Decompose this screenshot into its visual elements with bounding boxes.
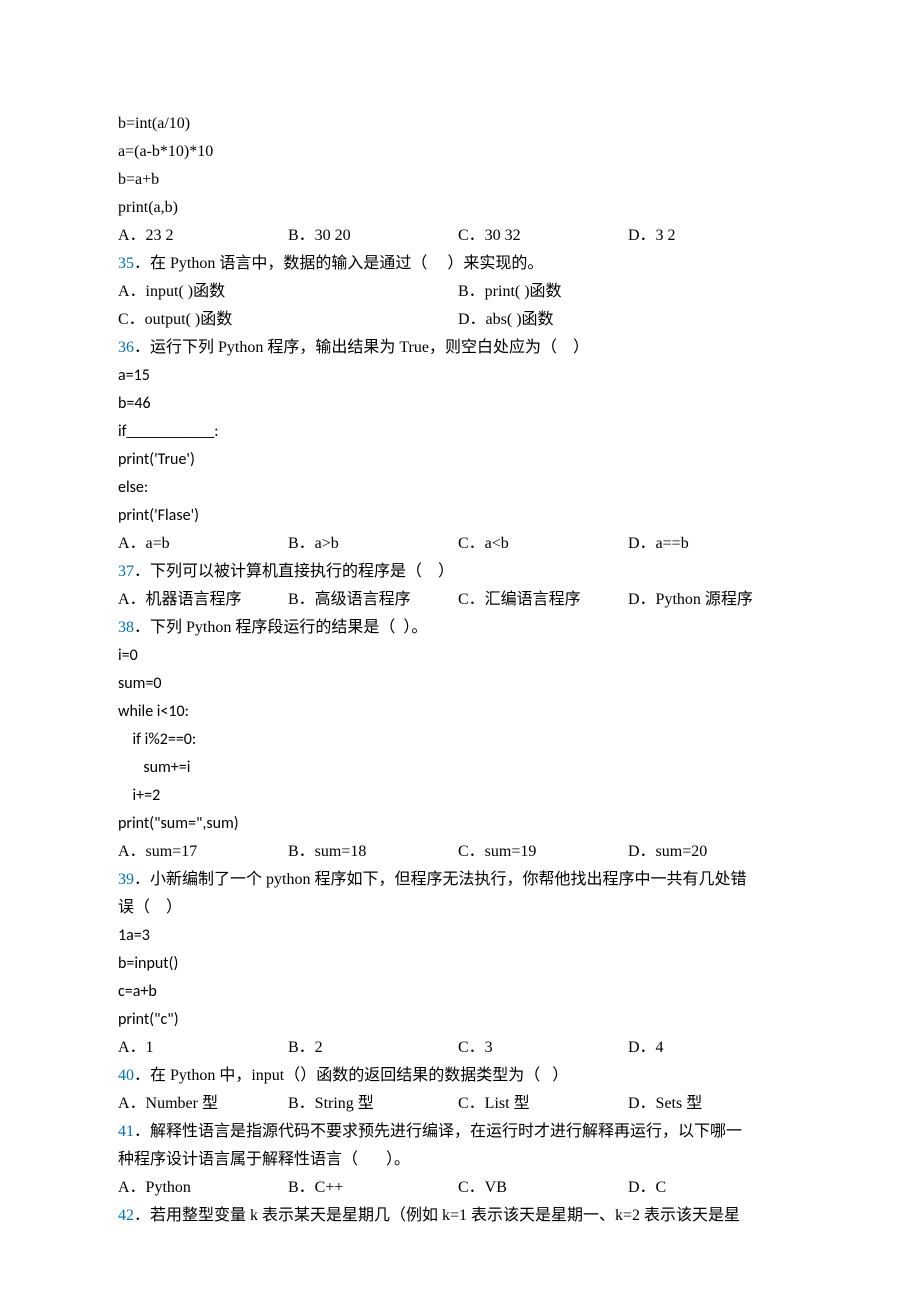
- question-text: ．若用整型变量 k 表示某天是星期几（例如 k=1 表示该天是星期一、k=2 表…: [134, 1207, 740, 1224]
- code-line: sum+=i: [118, 754, 802, 782]
- question-number: 35: [118, 255, 134, 272]
- q35-stem: 35．在 Python 语言中，数据的输入是通过（ ）来实现的。: [118, 250, 802, 278]
- option-c: C．30 32: [458, 222, 628, 250]
- q41-stem-2: 种程序设计语言属于解释性语言（ ）。: [118, 1146, 802, 1174]
- q36-stem: 36．运行下列 Python 程序，输出结果为 True，则空白处应为（ ）: [118, 334, 802, 362]
- question-number: 36: [118, 339, 134, 356]
- q35-options-row2: C．output( )函数 D．abs( )函数: [118, 306, 802, 334]
- option-a: A．sum=17: [118, 838, 288, 866]
- question-number: 39: [118, 871, 134, 888]
- option-a: A．机器语言程序: [118, 586, 288, 614]
- code-line: if___________:: [118, 418, 802, 446]
- q37-options: A．机器语言程序 B．高级语言程序 C．汇编语言程序 D．Python 源程序: [118, 586, 802, 614]
- q41-options: A．Python B．C++ C．VB D．C: [118, 1174, 802, 1202]
- question-text: ．下列 Python 程序段运行的结果是（ ）。: [134, 619, 427, 636]
- code-line: while i<10:: [118, 698, 802, 726]
- q38-stem: 38．下列 Python 程序段运行的结果是（ ）。: [118, 614, 802, 642]
- option-c: C．output( )函数: [118, 306, 458, 334]
- option-b: B．高级语言程序: [288, 586, 458, 614]
- q40-stem: 40．在 Python 中，input（）函数的返回结果的数据类型为（ ）: [118, 1062, 802, 1090]
- q41-stem-1: 41．解释性语言是指源代码不要求预先进行编译，在运行时才进行解释再运行，以下哪一: [118, 1118, 802, 1146]
- q39-stem-2: 误（ ）: [118, 894, 802, 922]
- option-a: A．a=b: [118, 530, 288, 558]
- q40-options: A．Number 型 B．String 型 C．List 型 D．Sets 型: [118, 1090, 802, 1118]
- option-d: D．Sets 型: [628, 1090, 798, 1118]
- option-a: A．1: [118, 1034, 288, 1062]
- option-a: A．Python: [118, 1174, 288, 1202]
- q38-options: A．sum=17 B．sum=18 C．sum=19 D．sum=20: [118, 838, 802, 866]
- question-number: 42: [118, 1207, 134, 1224]
- code-line: 1a=3: [118, 922, 802, 950]
- option-c: C．汇编语言程序: [458, 586, 628, 614]
- code-line: if i%2==0:: [118, 726, 802, 754]
- code-line: i=0: [118, 642, 802, 670]
- code-line: b=a+b: [118, 166, 802, 194]
- question-text: ．下列可以被计算机直接执行的程序是（ ）: [134, 563, 454, 580]
- code-line: print('True'): [118, 446, 802, 474]
- q37-stem: 37．下列可以被计算机直接执行的程序是（ ）: [118, 558, 802, 586]
- code-line: print("c"): [118, 1006, 802, 1034]
- option-d: D．C: [628, 1174, 798, 1202]
- code-line: b=int(a/10): [118, 110, 802, 138]
- q42-stem: 42．若用整型变量 k 表示某天是星期几（例如 k=1 表示该天是星期一、k=2…: [118, 1202, 802, 1230]
- option-d: D．sum=20: [628, 838, 798, 866]
- code-line: sum=0: [118, 670, 802, 698]
- code-line: print("sum=",sum): [118, 810, 802, 838]
- option-a: A．input( )函数: [118, 278, 458, 306]
- question-number: 37: [118, 563, 134, 580]
- question-text: ．解释性语言是指源代码不要求预先进行编译，在运行时才进行解释再运行，以下哪一: [134, 1123, 742, 1140]
- option-d: D．Python 源程序: [628, 586, 798, 614]
- q36-options: A．a=b B．a>b C．a<b D．a==b: [118, 530, 802, 558]
- option-c: C．a<b: [458, 530, 628, 558]
- code-line: else:: [118, 474, 802, 502]
- question-number: 41: [118, 1123, 134, 1140]
- code-line: b=input(): [118, 950, 802, 978]
- q39-stem-1: 39．小新编制了一个 python 程序如下，但程序无法执行，你帮他找出程序中一…: [118, 866, 802, 894]
- option-d: D．a==b: [628, 530, 798, 558]
- code-line: a=15: [118, 362, 802, 390]
- option-c: C．sum=19: [458, 838, 628, 866]
- page: b=int(a/10) a=(a-b*10)*10 b=a+b print(a,…: [0, 0, 920, 1302]
- question-number: 38: [118, 619, 134, 636]
- option-b: B．a>b: [288, 530, 458, 558]
- option-b: B．sum=18: [288, 838, 458, 866]
- option-b: B．C++: [288, 1174, 458, 1202]
- code-line: i+=2: [118, 782, 802, 810]
- code-line: a=(a-b*10)*10: [118, 138, 802, 166]
- code-line: c=a+b: [118, 978, 802, 1006]
- option-a: A．Number 型: [118, 1090, 288, 1118]
- option-c: C．List 型: [458, 1090, 628, 1118]
- option-b: B．print( )函数: [458, 278, 798, 306]
- code-line: print(a,b): [118, 194, 802, 222]
- option-b: B．2: [288, 1034, 458, 1062]
- option-c: C．3: [458, 1034, 628, 1062]
- question-text: ．在 Python 中，input（）函数的返回结果的数据类型为（ ）: [134, 1067, 568, 1084]
- option-b: B．String 型: [288, 1090, 458, 1118]
- option-b: B．30 20: [288, 222, 458, 250]
- code-line: print('Flase'): [118, 502, 802, 530]
- option-c: C．VB: [458, 1174, 628, 1202]
- question-number: 40: [118, 1067, 134, 1084]
- code-line: b=46: [118, 390, 802, 418]
- q39-options: A．1 B．2 C．3 D．4: [118, 1034, 802, 1062]
- q34-options: A．23 2 B．30 20 C．30 32 D．3 2: [118, 222, 802, 250]
- question-text: ．小新编制了一个 python 程序如下，但程序无法执行，你帮他找出程序中一共有…: [134, 871, 746, 888]
- q35-options-row1: A．input( )函数 B．print( )函数: [118, 278, 802, 306]
- option-a: A．23 2: [118, 222, 288, 250]
- option-d: D．3 2: [628, 222, 798, 250]
- option-d: D．4: [628, 1034, 798, 1062]
- question-text: ．在 Python 语言中，数据的输入是通过（ ）来实现的。: [134, 255, 543, 272]
- option-d: D．abs( )函数: [458, 306, 798, 334]
- question-text: ．运行下列 Python 程序，输出结果为 True，则空白处应为（ ）: [134, 339, 589, 356]
